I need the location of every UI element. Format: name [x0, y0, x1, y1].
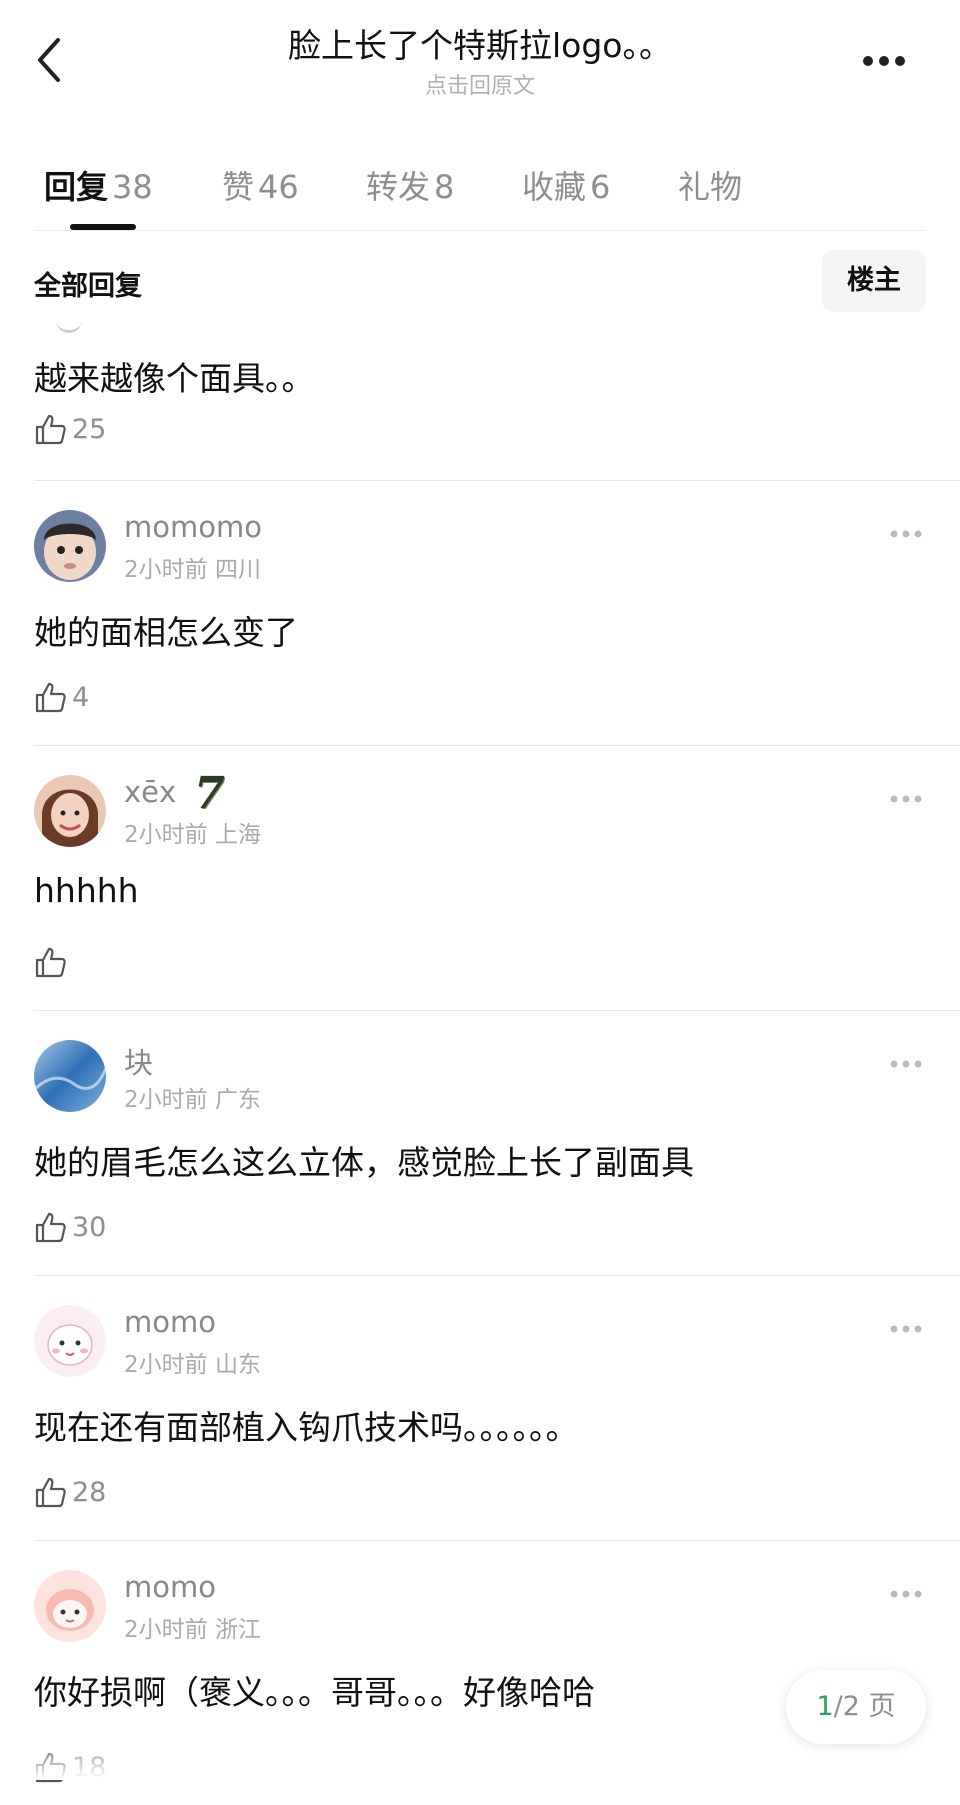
comment-more-icon[interactable] [886, 1056, 926, 1072]
back-icon[interactable] [30, 32, 70, 88]
avatar[interactable] [34, 1570, 106, 1642]
avatar-partial [56, 316, 82, 333]
comment-text: 你好损啊（褒义。。。哥哥。。。好像哈哈 [34, 1673, 595, 1712]
comment-more-icon[interactable] [886, 1321, 926, 1337]
back-to-post-link[interactable]: 点击回原文 [180, 68, 780, 100]
avatar[interactable] [34, 775, 106, 847]
badge-icon: 7 [194, 768, 225, 819]
page-indicator-button[interactable]: 1/2 页 [786, 1670, 926, 1744]
current-page: 1 [816, 1691, 834, 1722]
comment-meta: 2小时前 山东 [124, 1352, 261, 1378]
total-pages: /2 页 [833, 1691, 896, 1722]
username[interactable]: momo [124, 1570, 216, 1604]
owner-only-button[interactable]: 楼主 [822, 250, 926, 312]
tab-likes[interactable]: 赞 46 [222, 162, 299, 208]
tab-gifts[interactable]: 礼物 [678, 162, 742, 208]
thumbs-up-icon [35, 947, 66, 978]
comment-more-icon[interactable] [886, 526, 926, 542]
comment-text: 她的眉毛怎么这么立体，感觉脸上长了副面具 [34, 1143, 694, 1182]
username[interactable]: xēx 7 [124, 768, 225, 819]
thumbs-up-icon [35, 1752, 66, 1783]
like-count: 30 [72, 1211, 107, 1243]
like-count: 28 [72, 1476, 107, 1508]
avatar[interactable] [34, 1305, 106, 1377]
tabs-divider [34, 230, 926, 231]
comment-meta: 2小时前 浙江 [124, 1617, 261, 1643]
comment-item: xēx 7 2小时前 上海 hhhhh [0, 745, 960, 1010]
tab-reposts[interactable]: 转发 8 [366, 162, 454, 208]
like-button[interactable]: 18 [34, 1750, 106, 1784]
filter-bar: 全部回复 楼主 [0, 246, 960, 316]
username[interactable]: 块 [124, 1040, 153, 1082]
tab-replies[interactable]: 回复 38 [44, 162, 153, 208]
comment-text: 她的面相怎么变了 [34, 613, 298, 652]
like-button[interactable]: 4 [34, 680, 89, 714]
thumbs-up-icon [35, 414, 66, 445]
like-count: 25 [72, 413, 107, 445]
like-button[interactable]: 30 [34, 1210, 106, 1244]
avatar[interactable] [34, 1040, 106, 1112]
tab-favorites[interactable]: 收藏 6 [522, 162, 610, 208]
comment-meta: 2小时前 四川 [124, 557, 261, 583]
comment-meta: 2小时前 上海 [124, 822, 261, 848]
comment-text: hhhhh [34, 871, 139, 910]
all-replies-label[interactable]: 全部回复 [34, 264, 142, 303]
username[interactable]: momomo [124, 510, 262, 544]
thumbs-up-icon [35, 682, 66, 713]
username[interactable]: momo [124, 1305, 216, 1339]
like-button[interactable] [34, 945, 72, 979]
avatar[interactable] [34, 510, 106, 582]
thumbs-up-icon [35, 1477, 66, 1508]
like-count: 18 [72, 1751, 107, 1783]
title-area: 脸上长了个特斯拉logo。。 点击回原文 [180, 26, 780, 100]
top-bar: 脸上长了个特斯拉logo。。 点击回原文 [0, 0, 960, 110]
more-options-icon[interactable] [852, 46, 916, 76]
comment-item: momo 2小时前 山东 现在还有面部植入钩爪技术吗。。。。。。 28 [0, 1275, 960, 1540]
comment-item: 块 2小时前 广东 她的眉毛怎么这么立体，感觉脸上长了副面具 30 [0, 1010, 960, 1275]
comment-meta: 2小时前 广东 [124, 1087, 261, 1113]
thumbs-up-icon [35, 1212, 66, 1243]
comment-item: momomo 2小时前 四川 她的面相怎么变了 4 [0, 480, 960, 745]
comment-more-icon[interactable] [886, 1586, 926, 1602]
comment-text: 现在还有面部植入钩爪技术吗。。。。。。 [34, 1408, 579, 1447]
like-button[interactable]: 28 [34, 1475, 106, 1509]
like-button[interactable]: 25 [34, 412, 106, 446]
comment-text: 越来越像个面具。。 [34, 359, 315, 398]
like-count: 4 [72, 681, 90, 713]
tab-bar: 回复 38 赞 46 转发 8 收藏 6 礼物 [0, 150, 960, 230]
post-title: 脸上长了个特斯拉logo。。 [288, 26, 672, 65]
comment-more-icon[interactable] [886, 791, 926, 807]
